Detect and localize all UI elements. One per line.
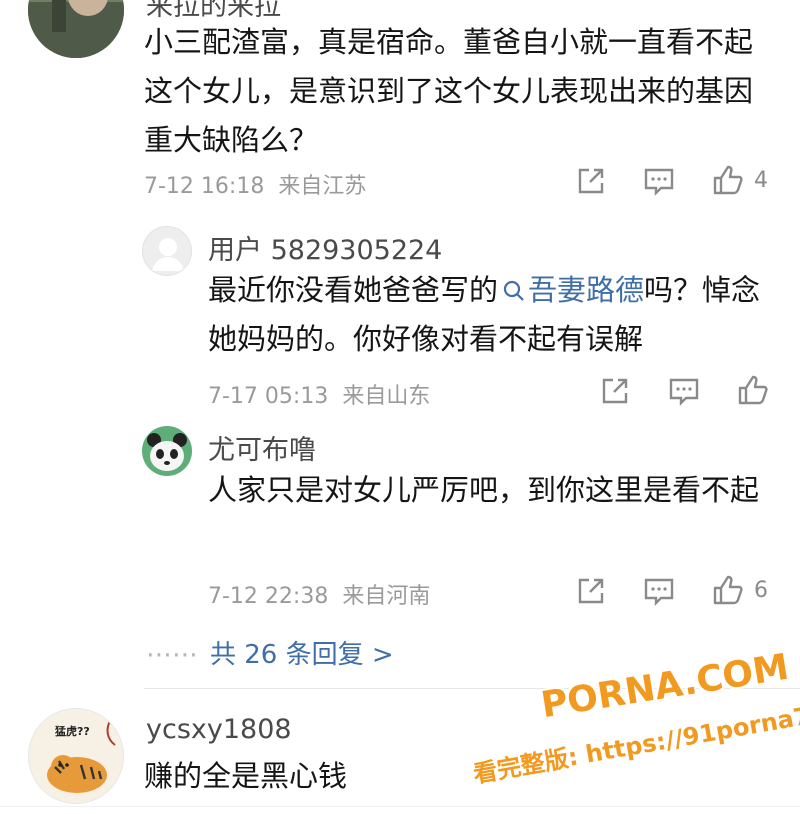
panda-avatar-icon: [142, 426, 192, 476]
reply-text: 人家只是对女儿严厉吧，到你这里是看不起: [208, 473, 760, 507]
reply-avatar[interactable]: [142, 426, 192, 476]
comment-text: 小三配渣富，真是宿命。董爸自小就一直看不起这个女儿，是意识到了这个女儿表现出来的…: [144, 25, 754, 157]
timestamp: 7-17 05:13: [208, 384, 329, 409]
share-button[interactable]: [576, 576, 606, 606]
like-button[interactable]: [737, 374, 769, 406]
thumbs-up-icon: [713, 165, 743, 195]
share-button[interactable]: [576, 166, 606, 196]
reply-timestamp: 7-12 22:38 来自河南: [208, 578, 430, 610]
search-link-text: 吾妻路德: [528, 273, 645, 307]
reply-timestamp: 7-17 05:13 来自山东: [208, 378, 430, 410]
avatar[interactable]: 猛虎??: [28, 708, 124, 804]
reply-text-before: 最近你没看她爸爸写的: [208, 273, 499, 307]
timestamp: 7-12 22:38: [208, 584, 329, 609]
comment-icon: [644, 578, 674, 606]
avatar[interactable]: [28, 0, 124, 58]
avatar-image: [28, 0, 124, 58]
thumbs-up-icon: [713, 575, 743, 605]
search-icon: [503, 280, 524, 301]
comment-icon: [669, 378, 699, 406]
default-user-icon: [152, 238, 184, 271]
more-replies-dots: ⋯⋯: [146, 640, 198, 670]
like-count: 4: [754, 167, 768, 193]
more-replies-label: 共 26 条回复 >: [210, 640, 394, 670]
share-icon: [602, 378, 628, 404]
reply-author[interactable]: 尤可布噜: [208, 428, 316, 467]
comment-button[interactable]: [668, 376, 700, 406]
comment-timestamp: 7-12 16:18 来自江苏: [144, 168, 366, 200]
comment-button[interactable]: [643, 166, 675, 196]
share-icon: [578, 578, 604, 604]
comment-button[interactable]: [643, 576, 675, 606]
reply-author[interactable]: 用户 5829305224: [208, 228, 442, 267]
like-button[interactable]: 6: [712, 574, 768, 606]
like-count: 6: [754, 577, 768, 603]
more-replies-link[interactable]: ⋯⋯ 共 26 条回复 >: [146, 634, 394, 671]
comment-icon: [644, 168, 674, 196]
reply-text: 最近你没看她爸爸写的 吾妻路德吗？悼念她妈妈的。你好像对看不起有误解: [208, 266, 768, 364]
avatar-caption: 猛虎??: [55, 725, 90, 738]
bottom-divider: [0, 806, 800, 807]
timestamp: 7-12 16:18: [144, 174, 265, 199]
reply-avatar[interactable]: [142, 226, 192, 276]
comment-author[interactable]: ycsxy1808: [146, 714, 292, 745]
search-link[interactable]: 吾妻路德: [498, 273, 644, 307]
thumbs-up-icon: [738, 375, 768, 405]
location: 来自河南: [342, 584, 431, 609]
share-icon: [578, 168, 604, 194]
share-button[interactable]: [600, 376, 630, 406]
location: 来自江苏: [278, 174, 367, 199]
location: 来自山东: [342, 384, 431, 409]
like-button[interactable]: 4: [712, 164, 768, 196]
